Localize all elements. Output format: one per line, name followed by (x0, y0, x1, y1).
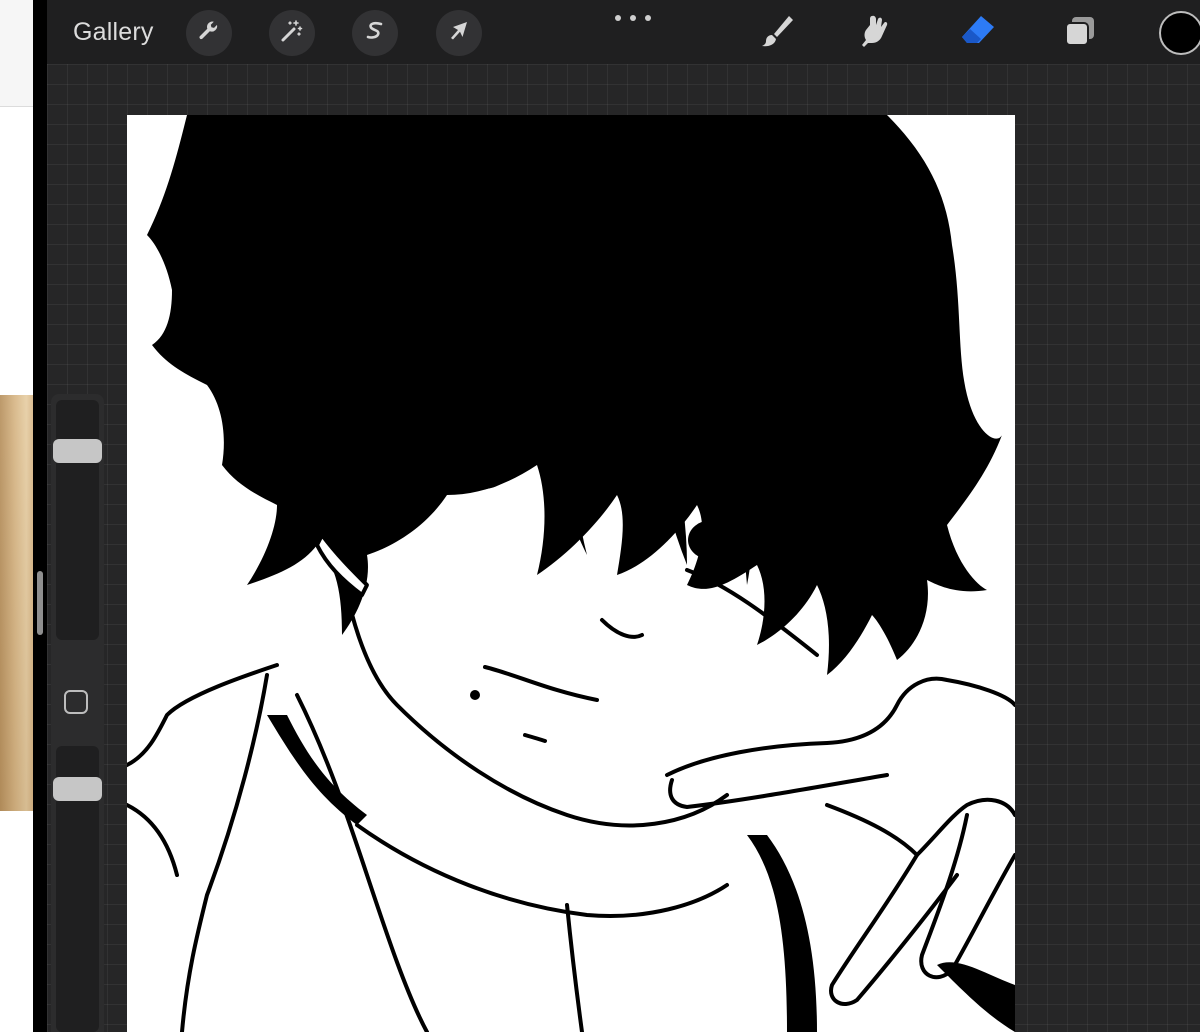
eraser-tool-button[interactable] (955, 10, 1001, 56)
left-app-topbar (0, 0, 33, 107)
layers-button[interactable] (1057, 10, 1103, 56)
gallery-button[interactable]: Gallery (73, 18, 154, 47)
ellipsis-dot (645, 15, 651, 21)
brush-size-thumb[interactable] (53, 439, 102, 463)
left-eye (452, 445, 512, 489)
top-toolbar: Gallery (47, 0, 1200, 64)
eraser-icon (957, 10, 999, 57)
arrow-cursor-icon (446, 18, 472, 49)
adjustments-button[interactable] (269, 10, 315, 56)
actions-button[interactable] (186, 10, 232, 56)
selection-button[interactable] (352, 10, 398, 56)
hair-shape (147, 115, 1002, 675)
procreate-app: Gallery (47, 0, 1200, 1032)
brush-size-slider[interactable] (53, 400, 102, 640)
ellipsis-icon (615, 15, 621, 21)
selection-s-icon (362, 18, 388, 49)
opacity-thumb[interactable] (53, 777, 102, 801)
brush-tool-button[interactable] (754, 10, 800, 56)
brush-icon (756, 10, 798, 57)
transform-button[interactable] (436, 10, 482, 56)
split-view-left-app (0, 0, 33, 1032)
magic-wand-icon (279, 18, 305, 49)
more-options-button[interactable] (615, 10, 651, 26)
color-picker-button[interactable] (1159, 11, 1200, 55)
ellipsis-dot (630, 15, 636, 21)
smudge-tool-button[interactable] (854, 10, 900, 56)
split-view-divider (33, 0, 47, 1032)
modify-button[interactable] (64, 690, 88, 714)
wrench-icon (196, 18, 222, 49)
ink-illustration (127, 115, 1015, 1032)
smudge-icon (856, 10, 898, 57)
opacity-slider[interactable] (53, 746, 102, 1032)
layers-icon (1059, 10, 1101, 57)
drawing-canvas[interactable] (127, 115, 1015, 1032)
sidebar (51, 394, 104, 1032)
left-app-photo (0, 395, 33, 811)
split-view-drag-handle[interactable] (37, 571, 43, 635)
right-eye (688, 520, 736, 560)
